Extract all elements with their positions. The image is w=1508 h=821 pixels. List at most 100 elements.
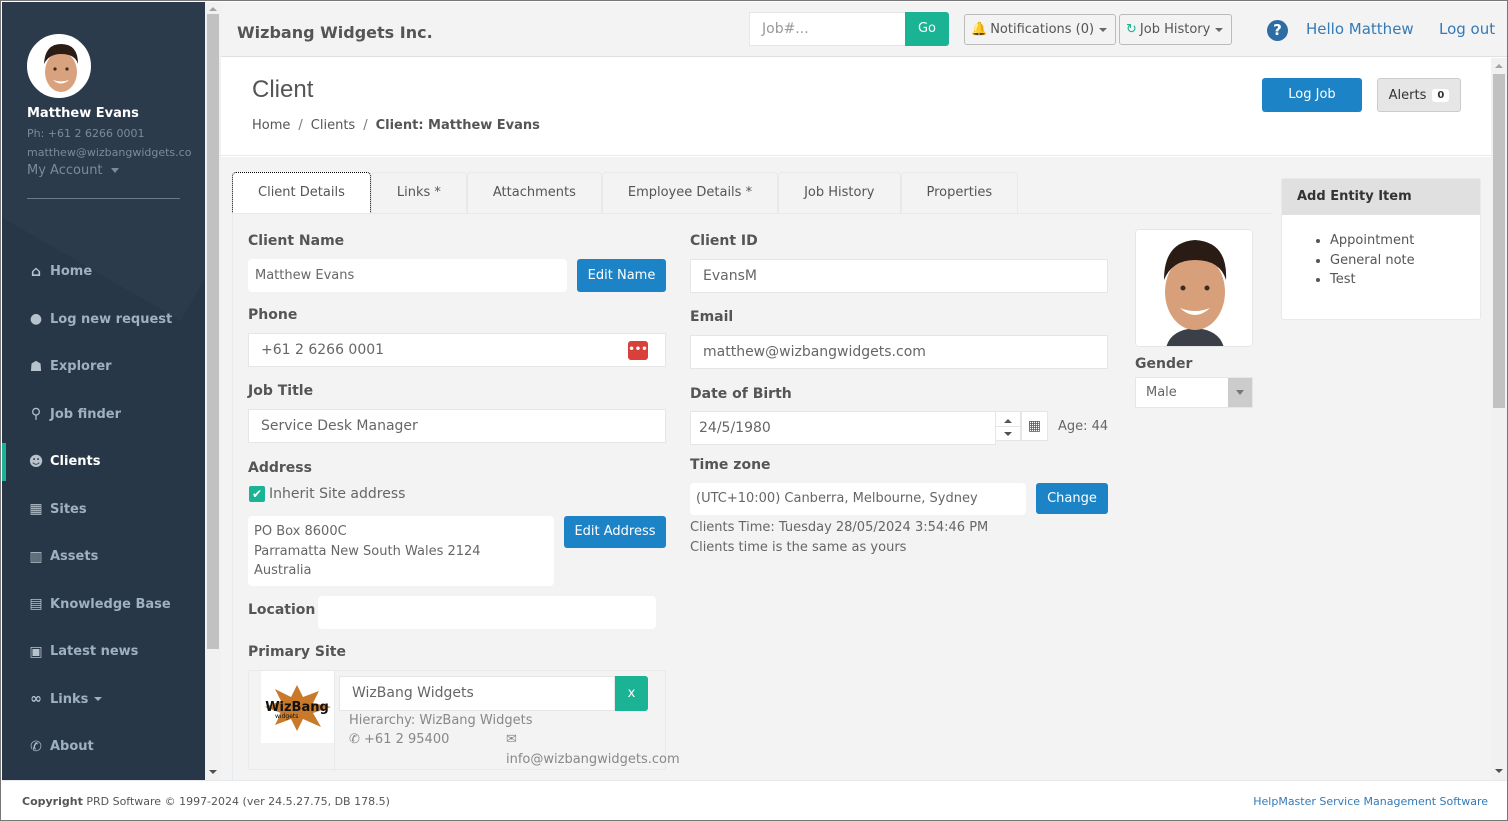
scrollbar-thumb[interactable] <box>1493 74 1505 408</box>
site-logo: WizBang widgets <box>261 671 334 743</box>
chevron-down-icon <box>1099 27 1108 32</box>
location-field[interactable] <box>318 596 656 629</box>
sidebar-item-latest-news[interactable]: ▣ Latest news <box>2 628 205 676</box>
sidebar-item-job-finder[interactable]: ⚲ Job finder <box>2 391 205 439</box>
site-email[interactable]: info@wizbangwidgets.com <box>506 752 680 767</box>
scroll-down-icon[interactable] <box>1495 769 1503 773</box>
change-timezone-button[interactable]: Change <box>1036 483 1108 514</box>
sidebar-item-log-new-request[interactable]: ● Log new request <box>2 296 205 344</box>
dob-field[interactable]: 24/5/1980 <box>690 411 996 445</box>
job-title-field[interactable]: Service Desk Manager <box>248 409 666 443</box>
phone-label: Phone <box>248 307 298 323</box>
sidebar-item-explorer[interactable]: ☗ Explorer <box>2 343 205 391</box>
sidebar-item-links[interactable]: ∞ Links <box>2 676 205 724</box>
sidebar-item-label: Latest news <box>50 644 139 660</box>
sidebar-divider <box>27 198 180 199</box>
tab-job-history[interactable]: Job History <box>778 172 901 214</box>
notifications-dropdown[interactable]: 🔔 Notifications (0) <box>964 14 1117 45</box>
phone-field[interactable]: +61 2 6266 0001 <box>248 333 666 367</box>
tab-links[interactable]: Links * <box>370 172 467 214</box>
tab-attachments[interactable]: Attachments <box>466 172 602 214</box>
increment-icon[interactable] <box>1004 419 1012 423</box>
sidebar-item-sites[interactable]: ▦ Sites <box>2 486 205 534</box>
book-icon: ▤ <box>29 596 43 613</box>
address-line: Australia <box>254 563 312 578</box>
gender-label: Gender <box>1135 356 1193 372</box>
client-id-label: Client ID <box>690 233 758 249</box>
sidebar-item-home[interactable]: ⌂ Home <box>2 248 205 296</box>
logout-link[interactable]: Log out <box>1439 20 1495 38</box>
timezone-field[interactable]: (UTC+10:00) Canberra, Melbourne, Sydney <box>690 483 1026 515</box>
alerts-button[interactable]: Alerts 0 <box>1377 78 1461 112</box>
decrement-icon[interactable] <box>1004 432 1012 436</box>
product-link[interactable]: HelpMaster Service Management Software <box>1253 795 1488 808</box>
copyright-bold: Copyright <box>22 795 83 808</box>
log-job-button[interactable]: Log Job <box>1262 78 1362 112</box>
help-icon[interactable]: ? <box>1267 20 1288 41</box>
scroll-up-icon[interactable] <box>1495 64 1503 68</box>
chevron-down-icon[interactable] <box>1228 378 1252 407</box>
page-scrollbar[interactable] <box>1491 58 1507 780</box>
go-button[interactable]: Go <box>905 12 949 46</box>
breadcrumb-home[interactable]: Home <box>252 118 290 133</box>
client-id-field[interactable]: EvansM <box>690 259 1108 293</box>
tab-client-details[interactable]: Client Details <box>232 172 371 214</box>
edit-name-button[interactable]: Edit Name <box>577 259 666 292</box>
site-divider <box>334 671 335 771</box>
hello-user-link[interactable]: Hello Matthew <box>1306 20 1414 38</box>
site-hierarchy: Hierarchy: WizBang Widgets <box>349 713 533 728</box>
entity-item-test[interactable]: Test <box>1330 270 1480 290</box>
my-account-dropdown[interactable]: My Account <box>27 163 202 178</box>
client-face-icon <box>1136 230 1252 346</box>
age-text: Age: 44 <box>1058 419 1109 434</box>
address-label: Address <box>248 460 312 476</box>
sidebar-scrollbar[interactable] <box>205 2 221 780</box>
sidebar-item-about[interactable]: ✆ About <box>2 723 205 771</box>
chevron-down-icon <box>94 697 103 702</box>
sidebar-item-clients[interactable]: ☻ Clients <box>2 438 205 486</box>
breadcrumb-current: Client: Matthew Evans <box>375 118 540 133</box>
primary-site-field[interactable]: WizBang Widgets <box>339 676 615 711</box>
dob-label: Date of Birth <box>690 386 792 402</box>
location-label: Location <box>248 602 316 618</box>
clear-site-button[interactable]: x <box>615 676 648 711</box>
sidebar-item-label: Explorer <box>50 359 112 375</box>
password-manager-icon[interactable]: ••• <box>628 341 648 360</box>
copyright: Copyright PRD Software © 1997-2024 (ver … <box>22 795 390 808</box>
avatar[interactable] <box>27 34 91 98</box>
sidebar-item-knowledge-base[interactable]: ▤ Knowledge Base <box>2 581 205 629</box>
phone-icon: ✆ <box>30 738 42 755</box>
copyright-text: PRD Software © 1997-2024 (ver 24.5.27.75… <box>82 795 390 808</box>
barcode-icon: ▥ <box>29 548 43 565</box>
newspaper-icon: ▣ <box>29 643 43 660</box>
address-box: PO Box 8600C Parramatta New South Wales … <box>248 516 554 586</box>
inherit-site-address-label: Inherit Site address <box>269 486 406 502</box>
job-history-dropdown[interactable]: ↻ Job History <box>1119 14 1233 45</box>
scroll-down-icon[interactable] <box>209 770 217 774</box>
edit-address-button[interactable]: Edit Address <box>564 516 666 548</box>
entity-item-appointment[interactable]: Appointment <box>1330 231 1480 251</box>
client-name-field[interactable]: Matthew Evans <box>248 259 567 292</box>
calendar-icon[interactable]: ▦ <box>1021 411 1048 441</box>
job-title-label: Job Title <box>248 383 314 399</box>
dob-spinner[interactable] <box>995 411 1021 441</box>
job-search-input[interactable]: Job#... <box>749 12 906 46</box>
gender-select[interactable]: Male <box>1135 377 1253 408</box>
entity-item-general-note[interactable]: General note <box>1330 251 1480 271</box>
email-field[interactable]: matthew@wizbangwidgets.com <box>690 335 1108 369</box>
site-phone: ✆ +61 2 95400 <box>349 732 449 747</box>
scroll-up-icon[interactable] <box>209 7 217 11</box>
timezone-label: Time zone <box>690 457 771 473</box>
sidebar-item-assets[interactable]: ▥ Assets <box>2 533 205 581</box>
scrollbar-thumb[interactable] <box>207 14 219 649</box>
inherit-site-address-checkbox[interactable]: ✔ <box>249 486 265 502</box>
sidebar-item-label: Clients <box>50 454 101 470</box>
client-photo[interactable] <box>1135 229 1253 347</box>
sidebar-nav: ⌂ Home ● Log new request ☗ Explorer ⚲ Job fi… <box>2 248 205 771</box>
clients-time: Clients Time: Tuesday 28/05/2024 3:54:46… <box>690 520 989 535</box>
email-label: Email <box>690 309 734 325</box>
tab-properties[interactable]: Properties <box>900 172 1019 214</box>
tab-employee-details[interactable]: Employee Details * <box>601 172 779 214</box>
breadcrumb-clients[interactable]: Clients <box>311 118 355 133</box>
user-icon: ☻ <box>28 453 44 470</box>
